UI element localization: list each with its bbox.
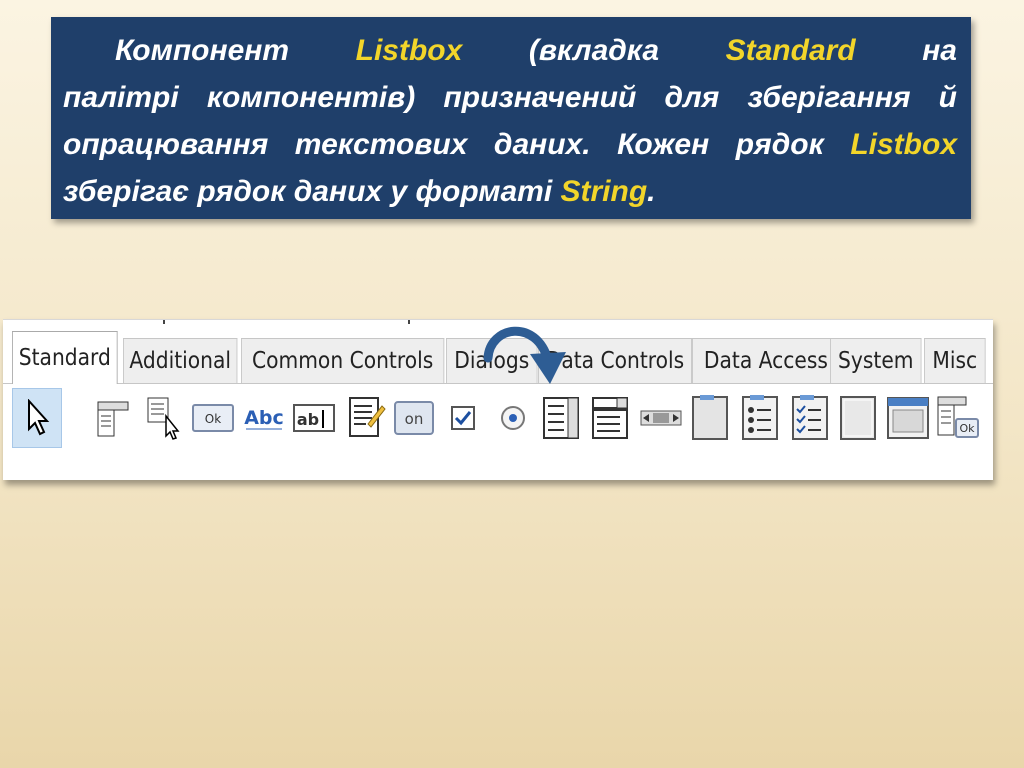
panel-icon (840, 396, 876, 440)
pointer-tool-icon (28, 399, 50, 436)
button-icon-label: Ok (205, 412, 221, 426)
button-icon: Ok (192, 404, 234, 432)
memo-tool[interactable] (343, 390, 389, 446)
popup-menu-icon (147, 397, 180, 440)
edit-icon: ab (293, 404, 335, 432)
ruler-tick (408, 320, 416, 324)
radio-group-icon (742, 395, 778, 440)
checkbox-tool[interactable] (443, 390, 483, 446)
button-tool[interactable]: Ok (189, 390, 237, 446)
toggle-box-label: on (405, 410, 424, 428)
checkbox-icon (451, 406, 475, 430)
tab-additional[interactable]: Additional (123, 338, 238, 383)
tab-common-controls[interactable]: Common Controls (241, 338, 445, 383)
label-icon: Abc (244, 407, 284, 430)
action-list-tool[interactable]: Ok (933, 390, 983, 446)
scrollbar-icon (640, 410, 682, 426)
groupbox-tool[interactable] (687, 390, 733, 446)
toggle-box-icon: on (394, 401, 434, 435)
scrollbar-tool[interactable] (637, 390, 685, 446)
text-kompponent: Компонент (115, 34, 290, 67)
tab-system[interactable]: System (830, 338, 922, 383)
action-list-icon: Ok (937, 396, 979, 438)
frame-window-icon (887, 397, 929, 439)
groupbox-icon (692, 395, 728, 440)
string-keyword: String (560, 175, 648, 208)
tab-standard[interactable]: Standard (12, 331, 118, 384)
tab-misc[interactable]: Misc (924, 338, 986, 383)
action-list-label: Ok (959, 422, 975, 435)
standard-keyword: Standard (725, 34, 856, 67)
listbox-keyword-2: Listbox (850, 128, 957, 161)
check-group-icon (792, 395, 828, 440)
text-vkladka: (вкладка (528, 34, 660, 67)
frame-tool[interactable] (87, 390, 137, 446)
toggle-box-tool[interactable]: on (391, 390, 437, 446)
description-panel: Компонент Listbox (вкладка Standard на п… (51, 17, 971, 219)
radio-group-tool[interactable] (737, 390, 783, 446)
tab-data-access[interactable]: Data Access (692, 338, 840, 383)
edit-icon-text: ab (297, 410, 319, 429)
check-group-tool[interactable] (787, 390, 833, 446)
combobox-tool[interactable] (587, 390, 633, 446)
text-period: . (647, 175, 656, 208)
pointer-tool[interactable] (19, 390, 59, 446)
memo-icon (349, 397, 386, 437)
ruler-tick (163, 320, 171, 324)
text-body-2: зберігає рядок даних у форматі (63, 175, 553, 208)
listbox-keyword: Listbox (355, 34, 463, 67)
edit-tool[interactable]: ab (290, 390, 338, 446)
popup-menu-tool[interactable] (143, 390, 189, 446)
panel-tool[interactable] (835, 390, 881, 446)
combobox-icon (592, 397, 628, 439)
curved-arrow-icon (483, 326, 566, 384)
label-tool[interactable]: Abc (241, 390, 287, 446)
frame-icon (97, 401, 129, 437)
label-icon-text: Abc (244, 407, 284, 429)
frame-window-tool[interactable] (883, 390, 933, 446)
